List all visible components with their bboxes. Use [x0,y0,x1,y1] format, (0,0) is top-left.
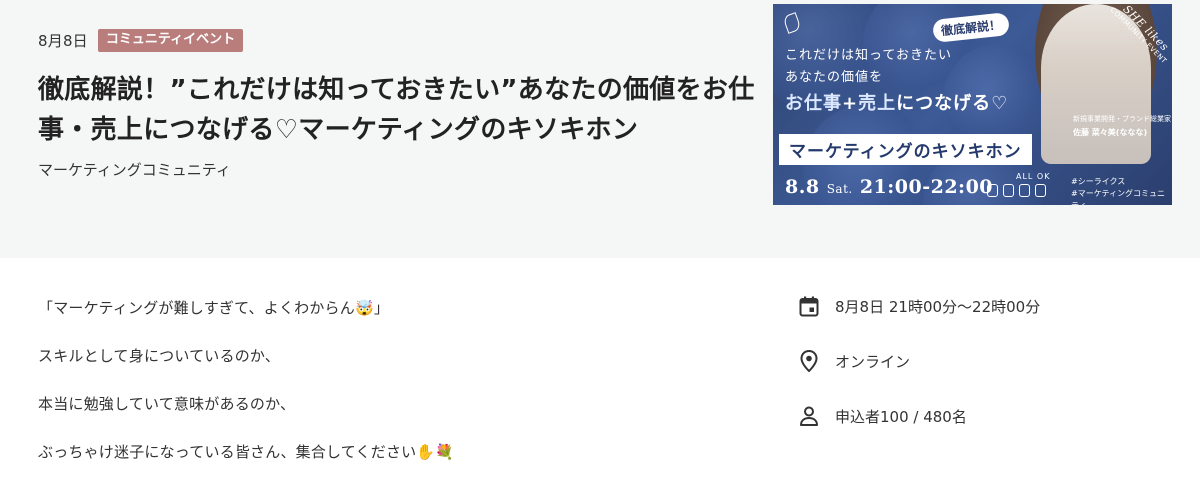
calendar-icon [798,295,820,317]
banner-date-day: 8.8 [785,176,820,198]
banner-line-3-plus: + [842,93,859,114]
info-datetime: 8月8日 21時00分〜22時00分 [835,297,1041,316]
event-description: 「マーケティングが難しすぎて、よくわからん🤯」 スキルとして身についているのか、… [38,298,738,490]
info-location-row: オンライン [798,348,1178,374]
ear-icon [987,184,998,197]
info-applicants-row: 申込者100 / 480名 [798,403,1178,429]
event-header: 8月8日 コミュニティイベント 徹底解説！”これだけは知っておきたい”あなたの価… [0,0,1200,258]
banner-date: 8.8 Sat. 21:00-22:00 [785,176,993,198]
banner-line-3-a: お仕事 [785,93,842,114]
event-info-panel: 8月8日 21時00分〜22時00分 オンライン 申込者100 / 480名 [798,293,1178,458]
community-link[interactable]: マーケティングコミュニティ [38,159,231,180]
banner-time: 21:00-22:00 [859,176,994,198]
banner-hashtags: #シーライクス #マーケティングコミュニティ [1071,176,1172,205]
speaker-role: 新規事業開発・ブランド総業家 [1073,115,1171,123]
person-icon [798,405,820,427]
info-datetime-row: 8月8日 21時00分〜22時00分 [798,293,1178,319]
door-icon [1035,184,1046,197]
banner-weekday: Sat. [826,182,853,196]
banner-hashtag-2: #マーケティングコミュニティ [1071,189,1166,205]
info-applicants: 申込者100 / 480名 [835,407,967,426]
event-banner-image: 徹底解説！ これだけは知っておきたい あなたの価値を お仕事+売上につなげる♡ … [773,4,1172,205]
description-paragraph: 本当に勉強していて意味があるのか、 [38,395,296,413]
description-paragraph: ぶっちゃけ迷子になっている皆さん、集合してください✋💐 [38,443,455,461]
banner-line-1: これだけは知っておきたい [785,48,952,63]
speaker-name: 佐藤 菜々美(ななな) [1073,128,1148,137]
event-date: 8月8日 [38,32,88,50]
banner-line-3-c: につなげる♡ [896,93,1009,114]
banner-line-2: あなたの価値を [785,70,884,85]
no-camera-icon [1019,184,1030,197]
check-badge-icon [1003,184,1014,197]
banner-kiso-title: マーケティングのキソキホン [779,134,1032,165]
banner-allok: ALL OK [1016,172,1051,181]
banner-attendance-icons [987,184,1046,197]
description-paragraph: スキルとして身についているのか、 [38,347,281,365]
info-location: オンライン [835,352,911,371]
category-badge[interactable]: コミュニティイベント [97,29,244,52]
banner-line-3: お仕事+売上につなげる♡ [785,89,1008,115]
event-meta-row: 8月8日 コミュニティイベント [38,29,244,52]
event-title: 徹底解説！”これだけは知っておきたい”あなたの価値をお仕事・売上につなげる♡マー… [38,75,755,145]
location-pin-icon [798,350,820,372]
description-paragraph: 「マーケティングが難しすぎて、よくわからん🤯」 [38,299,390,317]
banner-hashtag-1: #シーライクス [1071,177,1126,186]
banner-line-3-b: 売上 [858,93,897,114]
